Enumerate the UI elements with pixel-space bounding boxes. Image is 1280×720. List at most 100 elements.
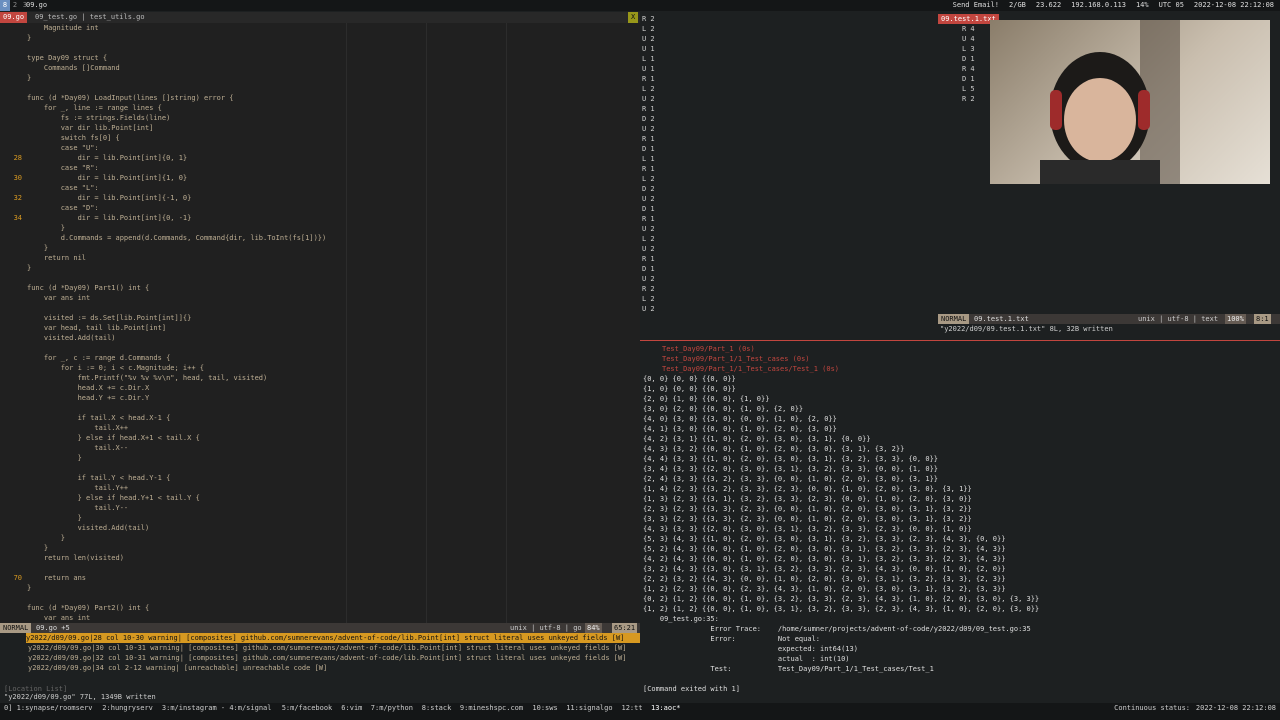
- code-line[interactable]: tail.X++: [27, 423, 128, 433]
- code-line[interactable]: visited.Add(tail): [27, 523, 150, 533]
- code-line[interactable]: }: [27, 533, 65, 543]
- workspace-item[interactable]: 0] 1:synapse/roomserv: [4, 703, 93, 713]
- input-line: R 1: [642, 75, 655, 83]
- code-line[interactable]: }: [27, 513, 82, 523]
- input-line: U 1: [642, 45, 655, 53]
- test-input-line[interactable]: R 4: [962, 24, 975, 34]
- location-list-item-selected[interactable]: y2022/d09/09.go|28 col 10-30 warning| [c…: [26, 633, 640, 643]
- test-output-line: {3, 2} {4, 3} {{3, 0}, {3, 1}, {3, 2}, {…: [643, 565, 1006, 573]
- mail-reminder[interactable]: Send Email!: [951, 0, 1001, 11]
- code-line[interactable]: dir = lib.Point[int]{-1, 0}: [27, 193, 192, 203]
- code-line[interactable]: dir = lib.Point[int]{1, 0}: [27, 173, 188, 183]
- workspace-item[interactable]: 8:stack: [422, 703, 452, 713]
- test-output-pane[interactable]: Test_Day09/Part_1 (0s) Test_Day09/Part_1/…: [640, 340, 1280, 703]
- test-input-line[interactable]: R 4: [962, 64, 975, 74]
- code-line[interactable]: func (d *Day09) Part1() int {: [27, 283, 149, 293]
- workspace-2[interactable]: 2: [10, 0, 20, 11]
- code-line[interactable]: case "D":: [27, 203, 99, 213]
- code-line[interactable]: } else if head.Y+1 < tail.Y {: [27, 493, 200, 503]
- code-line[interactable]: if tail.Y < head.Y-1 {: [27, 473, 171, 483]
- code-line[interactable]: }: [27, 223, 65, 233]
- code-line[interactable]: func (d *Day09) Part2() int {: [27, 603, 149, 613]
- test-input-line[interactable]: L 3: [962, 44, 975, 54]
- code-line[interactable]: for i := 0; i < c.Magnitude; i++ {: [27, 363, 204, 373]
- location-list-item[interactable]: y2022/d09/09.go|30 col 10-31 warning| [c…: [28, 643, 626, 653]
- location-list[interactable]: y2022/d09/09.go|28 col 10-30 warning| [c…: [0, 633, 640, 693]
- code-line[interactable]: }: [27, 453, 82, 463]
- code-line[interactable]: tail.Y--: [27, 503, 128, 513]
- workspace-item[interactable]: 10:sws: [532, 703, 557, 713]
- code-line[interactable]: fmt.Printf("%v %v %v\n", head, tail, vis…: [27, 373, 268, 383]
- workspace-item[interactable]: 9:mineshspc.com: [460, 703, 523, 713]
- failed-test-item[interactable]: Test_Day09/Part_1 (0s): [662, 344, 755, 354]
- code-line[interactable]: return len(visited): [27, 553, 124, 563]
- code-line[interactable]: head.X += c.Dir.X: [27, 383, 150, 393]
- test-input-line[interactable]: U 4: [962, 34, 975, 44]
- code-line[interactable]: case "R":: [27, 163, 99, 173]
- code-line[interactable]: dir = lib.Point[int]{0, -1}: [27, 213, 192, 223]
- code-line[interactable]: var ans int: [27, 293, 90, 303]
- code-line[interactable]: }: [27, 263, 31, 273]
- workspace-item[interactable]: 5:m/facebook: [282, 703, 333, 713]
- workspace-item[interactable]: 7:m/python: [371, 703, 413, 713]
- code-line[interactable]: tail.X--: [27, 443, 128, 453]
- test-output-line: {3, 0} {2, 0} {{0, 0}, {1, 0}, {2, 0}}: [643, 405, 804, 413]
- code-line[interactable]: tail.Y++: [27, 483, 128, 493]
- code-editor[interactable]: Magnitude int} type Day09 struct { Comman…: [0, 23, 640, 623]
- test-input-line[interactable]: D 1: [962, 54, 975, 64]
- code-line[interactable]: dir = lib.Point[int]{0, 1}: [27, 153, 188, 163]
- code-line[interactable]: visited.Add(tail): [27, 333, 116, 343]
- close-tab-button[interactable]: X: [628, 12, 639, 23]
- code-line[interactable]: var head, tail lib.Point[int]: [27, 323, 166, 333]
- workspace-item[interactable]: 6:vim: [341, 703, 362, 713]
- test-input-line[interactable]: R 2: [962, 94, 975, 104]
- location-list-item[interactable]: y2022/d09/09.go|32 col 10-31 warning| [c…: [28, 653, 626, 663]
- input-line: L 2: [642, 295, 655, 303]
- code-line[interactable]: }: [27, 543, 48, 553]
- code-line[interactable]: }: [27, 583, 31, 593]
- code-line[interactable]: d.Commands = append(d.Commands, Command{…: [27, 233, 327, 243]
- workspace-item[interactable]: 11:signalgo: [566, 703, 612, 713]
- code-line[interactable]: case "U":: [27, 143, 99, 153]
- tab-active[interactable]: 09.go: [0, 12, 28, 23]
- code-line[interactable]: if tail.X < head.X-1 {: [27, 413, 171, 423]
- code-line[interactable]: fs := strings.Fields(line): [27, 113, 171, 123]
- location-list-item[interactable]: y2022/d09/09.go|34 col 2-12 warning| [un…: [28, 663, 327, 673]
- code-line[interactable]: head.Y += c.Dir.Y: [27, 393, 150, 403]
- code-line[interactable]: Magnitude int: [27, 23, 99, 33]
- ip-address: 192.168.0.113: [1071, 1, 1126, 9]
- code-line[interactable]: var dir lib.Point[int]: [27, 123, 154, 133]
- code-line[interactable]: return nil: [27, 253, 86, 263]
- code-line[interactable]: var ans int: [27, 613, 90, 623]
- tab-others[interactable]: 09_test.go | test_utils.go: [32, 12, 148, 23]
- vim-command-line[interactable]: "y2022/d09/09.go" 77L, 1349B written: [4, 692, 644, 702]
- test-output-line: 09_test.go:35:: [643, 615, 719, 623]
- code-line[interactable]: }: [27, 33, 31, 43]
- test-output-line: {4, 4} {3, 3} {{1, 0}, {2, 0}, {3, 0}, {…: [643, 455, 939, 463]
- test-input-line[interactable]: D 1: [962, 74, 975, 84]
- workspace-item[interactable]: 13:aoc*: [651, 703, 681, 713]
- code-line[interactable]: for _, c := range d.Commands {: [27, 353, 170, 363]
- code-line[interactable]: func (d *Day09) LoadInput(lines []string…: [27, 93, 234, 103]
- code-line[interactable]: Commands []Command: [27, 63, 120, 73]
- input-terminal[interactable]: R 2 L 2 U 2 U 1 L 1 U 1 R 1 L 2 U 2 R 1 D 2 U 2 R 1 D…: [640, 12, 936, 334]
- workspace-item[interactable]: 12:tt: [622, 703, 643, 713]
- code-line[interactable]: } else if head.X+1 < tail.X {: [27, 433, 200, 443]
- code-line[interactable]: }: [27, 73, 31, 83]
- code-line[interactable]: return ans: [27, 573, 86, 583]
- workspace-1[interactable]: 8: [0, 0, 10, 11]
- code-line[interactable]: type Day09 struct {: [27, 53, 107, 63]
- workspace-item[interactable]: 3:m/instagram - 4:m/signal: [162, 703, 272, 713]
- failed-test-item[interactable]: Test_Day09/Part_1/1_Test_cases (0s): [662, 354, 810, 364]
- mode-indicator: NORMAL: [938, 314, 970, 324]
- test-input-line[interactable]: L 5: [962, 84, 975, 94]
- code-line[interactable]: for _, line := range lines {: [27, 103, 162, 113]
- code-line[interactable]: }: [27, 243, 48, 253]
- timezone: UTC 05: [1158, 1, 1184, 9]
- code-line[interactable]: visited := ds.Set[lib.Point[int]]{}: [27, 313, 192, 323]
- code-line[interactable]: switch fs[0] {: [27, 133, 120, 143]
- workspace-item[interactable]: 2:hungryserv: [102, 703, 153, 713]
- code-line[interactable]: case "L":: [27, 183, 99, 193]
- status-label: Continuous status:: [1114, 704, 1190, 712]
- failed-test-item[interactable]: Test_Day09/Part_1/1_Test_cases/Test_1 (0…: [662, 364, 839, 374]
